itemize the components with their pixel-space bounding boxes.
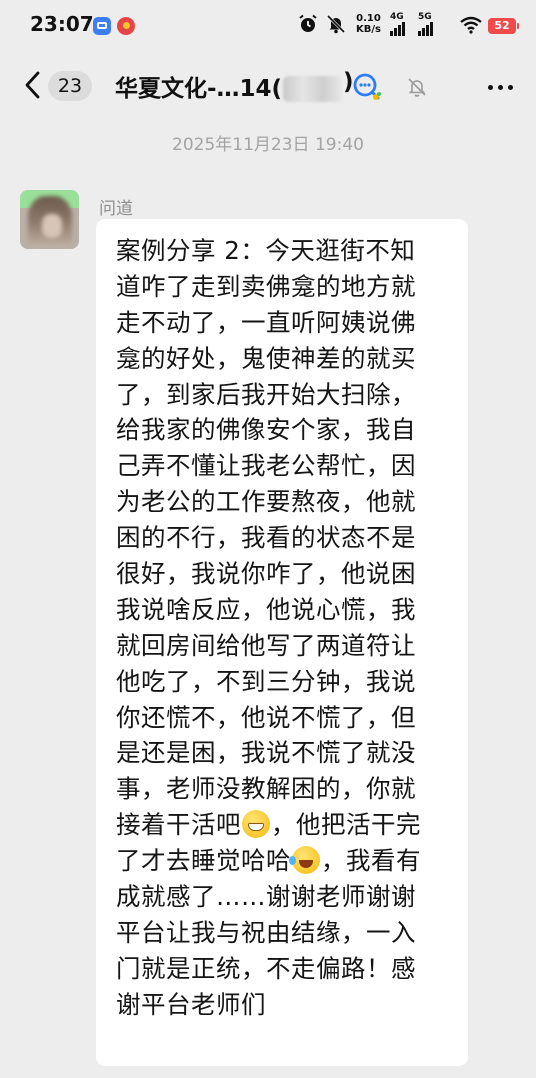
chevron-left-icon[interactable]	[22, 70, 42, 100]
message-line: 案例分享 2：今天逛街不知	[116, 236, 416, 265]
chat-header: 23 华夏文化-…14( )	[0, 52, 536, 120]
message-fragment: ，他把活干完	[271, 810, 421, 840]
alarm-icon	[299, 14, 317, 32]
sender-avatar[interactable]	[20, 190, 79, 249]
battery-icon: 52	[488, 18, 519, 34]
sender-name: 问道	[99, 199, 133, 219]
network-speed: 0.10 KB/s	[356, 13, 381, 35]
message-fragment: ，我看有	[321, 846, 421, 876]
grinning-emoji-icon	[242, 810, 270, 839]
notes-app-icon	[93, 17, 111, 35]
search-chat-icon[interactable]	[352, 72, 382, 102]
message-line: 走不动了，一直听阿姨说佛	[116, 307, 416, 337]
message-line: 他吃了，不到三分钟，我说	[116, 666, 416, 696]
mute-icon	[326, 14, 346, 34]
chat-title[interactable]: 华夏文化-…14(	[115, 69, 282, 103]
bell-off-icon[interactable]	[406, 76, 428, 98]
message-fragment: 接着干活吧	[116, 810, 241, 840]
sim1-label: 4G	[390, 12, 404, 22]
message-text: 案例分享 2：今天逛街不知 道咋了走到卖佛龛的地方就 走不动了，一直听阿姨说佛 …	[116, 233, 448, 1023]
status-bar: 23:07 0.10 KB/s 4G 5G 52	[0, 0, 536, 52]
message-line: 成就感了……谢谢老师谢谢	[116, 882, 416, 912]
message-line: 己弄不懂让我老公帮忙，因	[116, 451, 416, 481]
message-line: 了，到家后我开始大扫除，	[116, 379, 416, 409]
message-line: 门就是正统，不走偏路！感	[116, 953, 416, 983]
message-fragment: 了才去睡觉哈哈	[116, 846, 291, 876]
unread-count-badge[interactable]: 23	[48, 71, 92, 101]
message-line: 谢平台老师们	[116, 989, 266, 1019]
weibo-app-icon	[117, 17, 135, 35]
message-line: 事，老师没教解困的，你就	[116, 774, 416, 804]
message-line: 道咋了走到卖佛龛的地方就	[116, 271, 416, 301]
status-time: 23:07	[30, 12, 94, 36]
wifi-icon	[460, 16, 482, 34]
message-line: 你还慌不，他说不慌了，但	[116, 702, 416, 732]
message-line: 困的不行，我看的状态不是	[116, 523, 416, 553]
message-line: 龛的好处，鬼使神差的就买	[116, 343, 416, 373]
message-line: 为老公的工作要熬夜，他就	[116, 487, 416, 517]
sim2-signal-icon	[418, 22, 436, 36]
network-speed-unit: KB/s	[356, 24, 381, 35]
message-bubble[interactable]: 案例分享 2：今天逛街不知 道咋了走到卖佛龛的地方就 走不动了，一直听阿姨说佛 …	[96, 219, 468, 1066]
message-line: 很好，我说你咋了，他说困	[116, 559, 416, 589]
tears-of-joy-emoji-icon	[289, 846, 320, 875]
more-dots-icon[interactable]	[486, 82, 516, 92]
message-line: 是还是困，我说不慌了就没	[116, 738, 416, 768]
message-timestamp: 2025年11月23日 19:40	[172, 135, 364, 155]
message-line-with-emoji: 了才去睡觉哈哈 ，我看有	[116, 843, 448, 879]
sim1-signal-icon	[390, 22, 408, 36]
message-line: 平台让我与祝由结缘，一入	[116, 917, 416, 947]
title-redacted-area	[283, 76, 343, 102]
message-line-with-emoji: 接着干活吧 ，他把活干完	[116, 807, 448, 843]
message-line: 就回房间给他写了两道符让	[116, 630, 416, 660]
message-line: 我说啥反应，他说心慌，我	[116, 594, 416, 624]
message-line: 给我家的佛像安个家，我自	[116, 415, 416, 445]
sim2-label: 5G	[418, 12, 432, 22]
network-speed-value: 0.10	[356, 13, 381, 24]
